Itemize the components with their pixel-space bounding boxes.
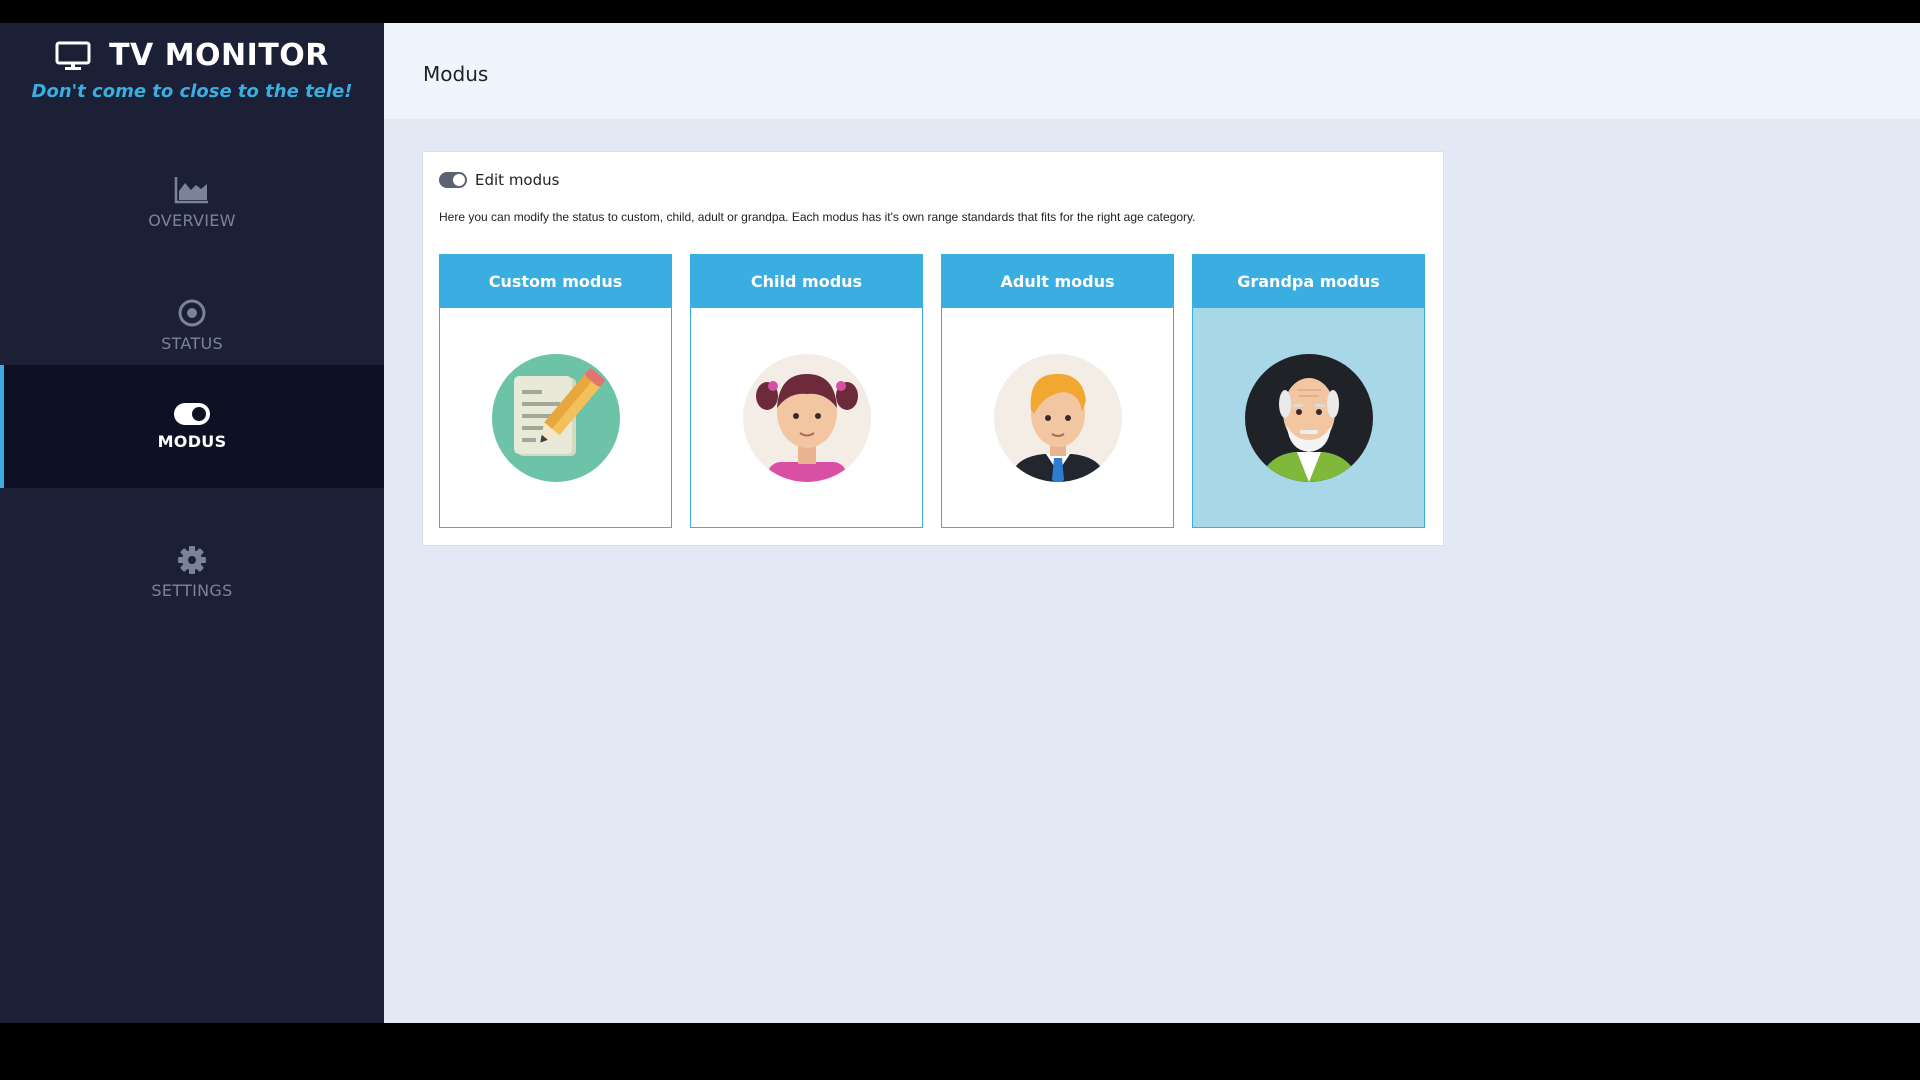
app-window: TV MONITOR Don't come to close to the te…: [0, 23, 1920, 1023]
area-chart-icon: [174, 177, 208, 204]
page-title: Modus: [423, 62, 489, 86]
edit-modus-toggle[interactable]: [439, 172, 467, 188]
modus-panel: Edit modus Here you can modify the statu…: [422, 151, 1444, 546]
nav-label: OVERVIEW: [148, 211, 236, 230]
edit-modus-toggle-row: Edit modus: [439, 171, 559, 189]
girl-avatar: [742, 353, 871, 482]
nav-label: SETTINGS: [151, 581, 233, 600]
nav-item-modus[interactable]: MODUS: [0, 365, 384, 488]
nav-item-settings[interactable]: SETTINGS: [0, 520, 384, 643]
brand: TV MONITOR Don't come to close to the te…: [0, 38, 384, 102]
grandpa-modus-card[interactable]: Grandpa modus: [1192, 254, 1425, 528]
gear-icon: [178, 546, 206, 574]
top-bar: Modus: [384, 23, 1920, 119]
card-title: Adult modus: [942, 255, 1173, 308]
custom-modus-card[interactable]: Custom modus: [439, 254, 672, 528]
card-title: Child modus: [691, 255, 922, 308]
adult-modus-card[interactable]: Adult modus: [941, 254, 1174, 528]
tv-monitor-icon: [55, 41, 91, 70]
nav-label: MODUS: [157, 432, 227, 451]
toggle-icon: [174, 403, 210, 425]
sidebar: TV MONITOR Don't come to close to the te…: [0, 23, 384, 1023]
child-modus-card[interactable]: Child modus: [690, 254, 923, 528]
card-title: Custom modus: [440, 255, 671, 308]
nav-label: STATUS: [161, 334, 223, 353]
man-suit-avatar: [993, 353, 1122, 482]
nav-item-overview[interactable]: OVERVIEW: [0, 150, 384, 273]
modus-cards: Custom modus Child modus Adult modus Gra…: [439, 254, 1425, 528]
edit-modus-label: Edit modus: [475, 171, 560, 189]
target-icon: [178, 299, 206, 327]
app-title: TV MONITOR: [109, 38, 329, 73]
grandpa-avatar: [1244, 353, 1373, 482]
app-tagline: Don't come to close to the tele!: [31, 81, 353, 102]
main-content: Modus Edit modus Here you can modify the…: [384, 23, 1920, 1023]
card-title: Grandpa modus: [1193, 255, 1424, 308]
modus-description: Here you can modify the status to custom…: [439, 210, 1196, 224]
notepad-pencil-avatar: [491, 353, 620, 482]
